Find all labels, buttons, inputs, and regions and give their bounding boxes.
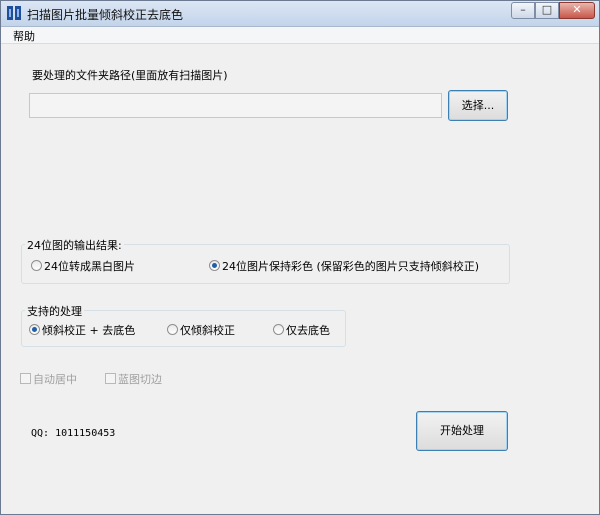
radio-keep-color[interactable] [209, 260, 220, 271]
radio-deskew-and-remove-bg[interactable] [29, 324, 40, 335]
radio-deskew-only[interactable] [167, 324, 178, 335]
menu-bar: 帮助 [1, 27, 599, 44]
maximize-button[interactable]: □ [535, 2, 559, 19]
radio-convert-bw-label[interactable]: 24位转成黑白图片 [44, 258, 135, 274]
main-window: 扫描图片批量倾斜校正去底色 – □ ✕ 帮助 要处理的文件夹路径(里面放有扫描图… [0, 0, 600, 515]
radio-remove-bg-only-label[interactable]: 仅去底色 [286, 322, 330, 338]
menu-help[interactable]: 帮助 [13, 28, 35, 44]
output-24bit-group-label: 24位图的输出结果: [25, 237, 124, 253]
radio-deskew-only-label[interactable]: 仅倾斜校正 [180, 322, 235, 338]
minimize-button[interactable]: – [511, 2, 535, 19]
auto-center-checkbox[interactable] [20, 373, 31, 384]
title-bar[interactable]: 扫描图片批量倾斜校正去底色 – □ ✕ [1, 1, 599, 27]
radio-deskew-and-remove-bg-label[interactable]: 倾斜校正 + 去底色 [42, 322, 135, 338]
qq-contact-text: QQ: 1011150453 [31, 428, 116, 439]
app-logo-icon [7, 6, 21, 20]
radio-convert-bw[interactable] [31, 260, 42, 271]
browse-button[interactable]: 选择... [448, 90, 508, 121]
folder-path-input[interactable] [29, 93, 442, 118]
blue-trim-checkbox[interactable] [105, 373, 116, 384]
close-button[interactable]: ✕ [559, 2, 595, 19]
radio-keep-color-label[interactable]: 24位图片保持彩色 (保留彩色的图片只支持倾斜校正) [222, 258, 479, 274]
processing-group-label: 支持的处理 [25, 303, 84, 319]
window-title: 扫描图片批量倾斜校正去底色 [27, 8, 184, 22]
auto-center-label: 自动居中 [33, 373, 77, 386]
folder-path-label: 要处理的文件夹路径(里面放有扫描图片) [32, 69, 228, 82]
blue-trim-label: 蓝图切边 [118, 373, 162, 386]
radio-remove-bg-only[interactable] [273, 324, 284, 335]
start-processing-button[interactable]: 开始处理 [416, 411, 508, 451]
